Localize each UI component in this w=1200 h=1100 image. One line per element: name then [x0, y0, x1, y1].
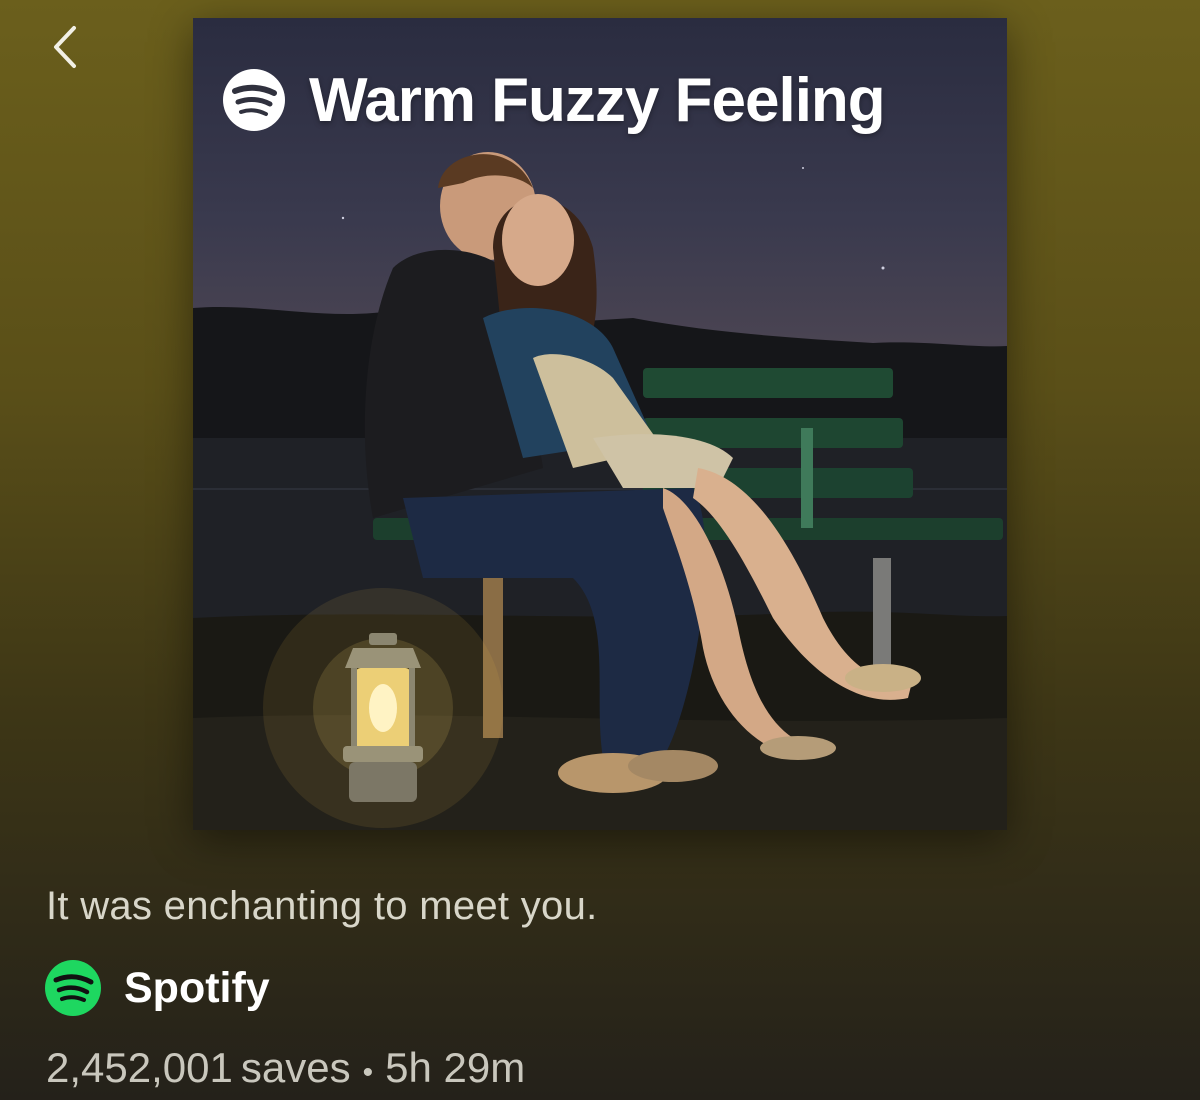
owner-name: Spotify	[124, 963, 270, 1012]
playlist-duration: 5h 29m	[385, 1044, 526, 1091]
back-button[interactable]	[40, 22, 90, 72]
cover-title-text: Warm Fuzzy Feeling	[309, 65, 886, 135]
playlist-stats: 2,452,001 saves • 5h 29m	[46, 1044, 525, 1092]
playlist-cover: Warm Fuzzy Feeling	[193, 18, 1007, 830]
saves-label: saves	[240, 1044, 351, 1091]
playlist-owner[interactable]: Spotify	[44, 958, 270, 1018]
saves-count: 2,452,001	[46, 1044, 233, 1091]
playlist-description: It was enchanting to meet you.	[46, 884, 598, 928]
spotify-logo-icon	[45, 960, 101, 1016]
cover-title: Warm Fuzzy Feeling	[221, 50, 886, 150]
chevron-left-icon	[54, 26, 76, 68]
separator-dot: •	[362, 1056, 374, 1089]
spotify-logo-icon	[223, 69, 285, 131]
